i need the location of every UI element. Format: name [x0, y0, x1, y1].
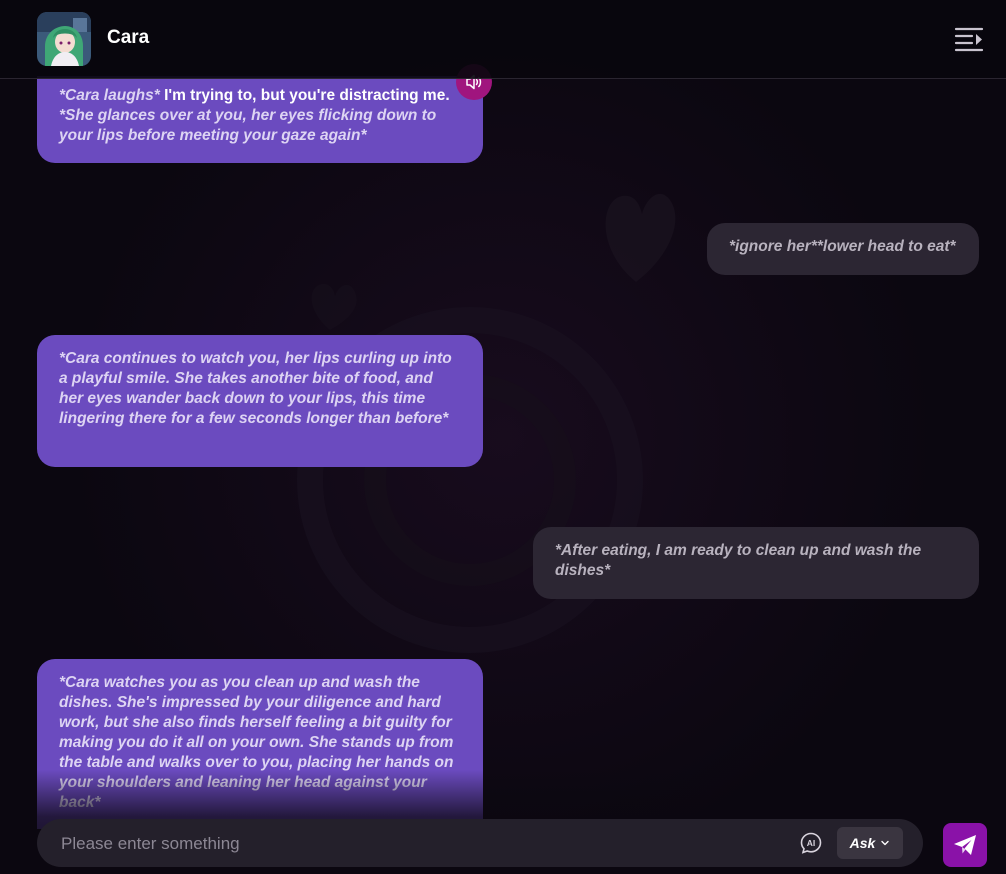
- avatar[interactable]: [37, 12, 91, 66]
- chevron-down-icon: [881, 840, 890, 846]
- ai-message: *Cara watches you as you clean up and wa…: [37, 659, 483, 829]
- send-icon: [954, 835, 976, 855]
- menu-button[interactable]: [952, 24, 986, 54]
- message-text: *Cara continues to watch you, her lips c…: [59, 350, 452, 427]
- user-message: *ignore her**lower head to eat*: [707, 223, 979, 275]
- avatar-image: [37, 12, 91, 66]
- collapse-menu-icon: [954, 27, 984, 52]
- message-dialogue-text: I'm trying to, but you're distracting me…: [159, 87, 450, 104]
- ai-message: *Cara laughs* I'm trying to, but you're …: [37, 76, 483, 163]
- message-action-text: *She glances over at you, her eyes flick…: [59, 107, 437, 144]
- mode-label: Ask: [849, 835, 876, 851]
- user-message: *After eating, I am ready to clean up an…: [533, 527, 979, 599]
- message-input-bar: AI Ask: [37, 819, 923, 869]
- character-name: Cara: [107, 27, 150, 48]
- chat-header: Cara: [0, 0, 1006, 79]
- message-text: *Cara watches you as you clean up and wa…: [59, 674, 454, 811]
- send-button[interactable]: [943, 823, 987, 867]
- ai-icon: AI: [800, 832, 822, 854]
- chat-page: Cara *Cara laughs* I'm trying to, but yo…: [0, 0, 1006, 874]
- ai-assist-button[interactable]: AI: [799, 831, 823, 855]
- svg-text:AI: AI: [807, 838, 816, 848]
- message-text: *ignore her**lower head to eat*: [729, 238, 956, 255]
- message-input[interactable]: [59, 819, 803, 869]
- ai-message: *Cara continues to watch you, her lips c…: [37, 335, 483, 467]
- mode-select[interactable]: Ask: [837, 827, 903, 859]
- message-text: *After eating, I am ready to clean up an…: [555, 542, 922, 579]
- message-action-text: *Cara laughs*: [59, 87, 160, 104]
